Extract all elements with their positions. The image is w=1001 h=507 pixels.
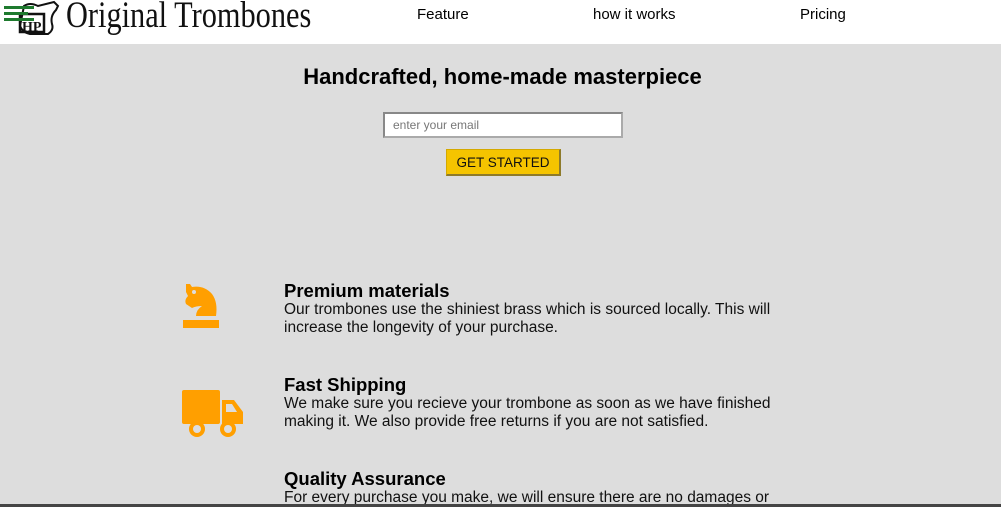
feature-description: Our trombones use the shiniest brass whi… bbox=[284, 301, 771, 336]
feature-title: Premium materials bbox=[284, 280, 450, 301]
brand-name: Original Trombones bbox=[66, 0, 312, 36]
feature-title: Fast Shipping bbox=[284, 374, 407, 395]
trombone-logo-icon: HP bbox=[4, 0, 60, 35]
hero-title: Handcrafted, home-made masterpiece bbox=[303, 64, 702, 89]
get-started-button[interactable]: GET STARTED bbox=[446, 149, 561, 176]
feature-description: We make sure you recieve your trombone a… bbox=[284, 395, 771, 430]
nav-link-feature[interactable]: Feature bbox=[417, 6, 469, 23]
chess-knight-icon bbox=[183, 284, 219, 328]
feature-title: Quality Assurance bbox=[284, 468, 446, 489]
site-header: HP Original Trombones Feature how it wor… bbox=[0, 0, 1001, 44]
nav-link-how-it-works[interactable]: how it works bbox=[593, 6, 676, 23]
svg-text:HP: HP bbox=[22, 20, 42, 35]
logo[interactable]: HP bbox=[4, 0, 66, 44]
email-input[interactable] bbox=[383, 112, 623, 138]
nav-link-pricing[interactable]: Pricing bbox=[800, 6, 846, 23]
truck-icon bbox=[182, 390, 243, 437]
